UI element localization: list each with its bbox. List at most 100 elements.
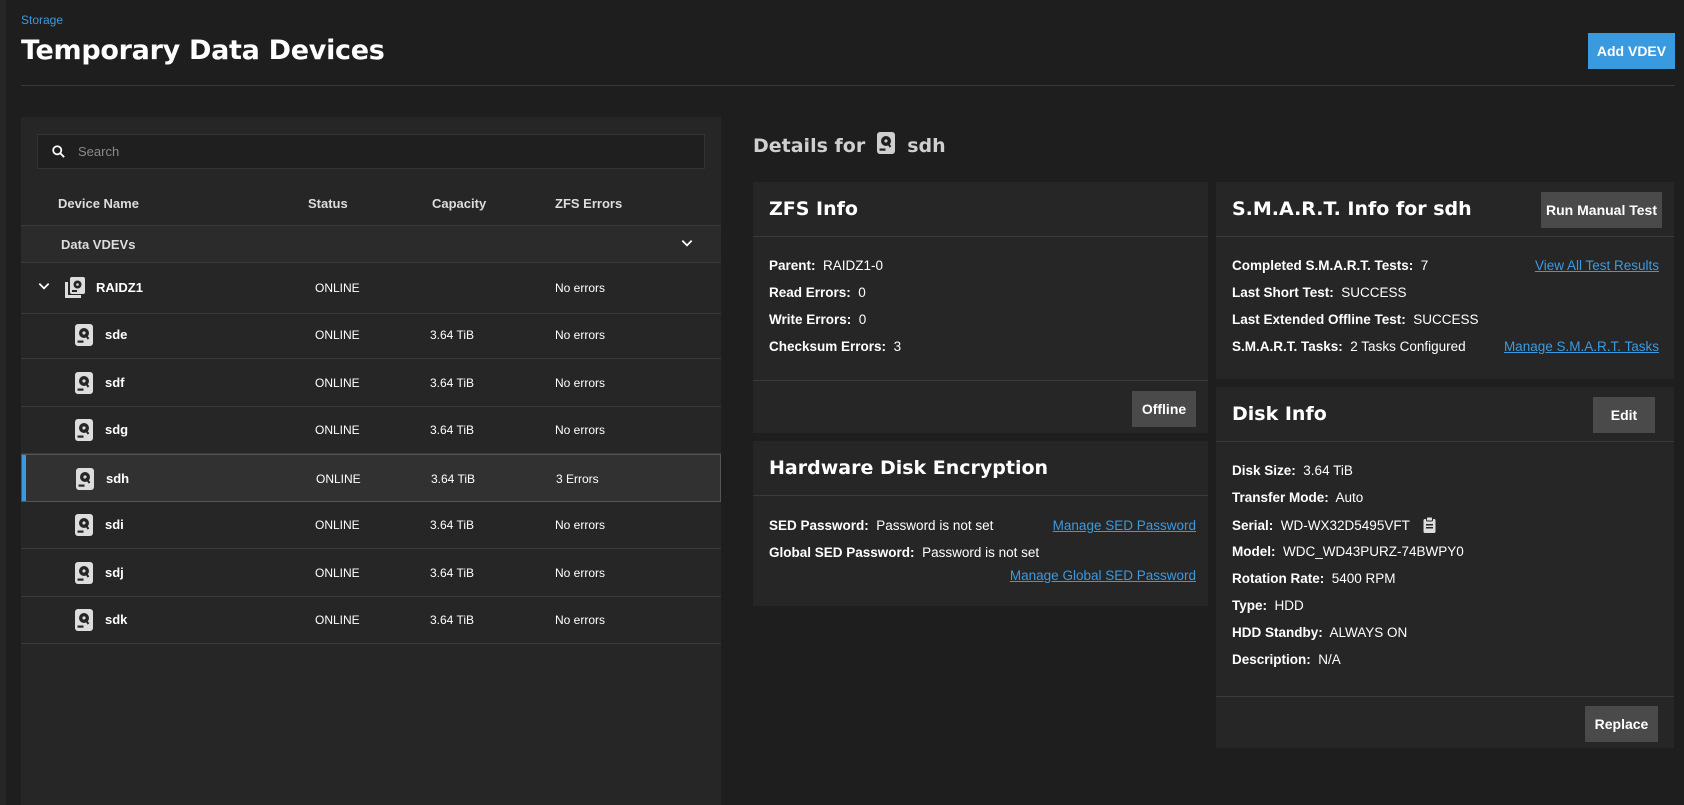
serial-value: WD-WX32D5495VFT <box>1280 518 1410 534</box>
disk-capacity: 3.64 TiB <box>430 375 475 390</box>
edit-disk-button[interactable]: Edit <box>1593 397 1655 433</box>
tree-row-sdg[interactable]: sdg ONLINE 3.64 TiB No errors <box>21 406 721 454</box>
disk-capacity: 3.64 TiB <box>431 471 476 486</box>
tree-row-sdh[interactable]: sdh ONLINE 3.64 TiB 3 Errors <box>21 453 721 502</box>
disk-zfs-errors: No errors <box>555 565 606 580</box>
col-status[interactable]: Status <box>308 196 348 211</box>
selection-indicator <box>22 454 26 501</box>
smart-info-title: S.M.A.R.T. Info for sdh <box>1232 198 1472 220</box>
model-label: Model: <box>1232 544 1276 559</box>
details-title: Details for sdh <box>753 131 946 160</box>
col-capacity[interactable]: Capacity <box>432 196 486 211</box>
encryption-title: Hardware Disk Encryption <box>769 457 1049 479</box>
disk-zfs-errors: 3 Errors <box>556 471 599 486</box>
add-vdev-button[interactable]: Add VDEV <box>1588 33 1675 69</box>
type-value: HDD <box>1274 598 1304 613</box>
disk-name: sdg <box>105 422 129 437</box>
search-box[interactable] <box>37 134 705 169</box>
disk-icon <box>74 561 94 588</box>
chevron-down-icon[interactable] <box>37 279 51 296</box>
description-label: Description: <box>1232 652 1311 667</box>
transfer-mode-value: Auto <box>1335 490 1364 505</box>
write-errors-label: Write Errors: <box>769 312 852 327</box>
manage-global-sed-password-link[interactable]: Manage Global SED Password <box>1010 568 1196 583</box>
tree-row-sdi[interactable]: sdi ONLINE 3.64 TiB No errors <box>21 501 721 549</box>
disk-name: sdj <box>105 564 124 580</box>
disk-status: ONLINE <box>316 471 361 486</box>
manage-smart-tasks-link[interactable]: Manage S.M.A.R.T. Tasks <box>1504 339 1659 354</box>
disk-info-title: Disk Info <box>1232 403 1327 425</box>
page-title: Temporary Data Devices <box>21 35 385 66</box>
disk-size-label: Disk Size: <box>1232 463 1296 478</box>
rotation-rate-label: Rotation Rate: <box>1232 571 1325 586</box>
last-extended-test-value: SUCCESS <box>1413 312 1479 327</box>
hdd-standby-value: ALWAYS ON <box>1329 625 1408 640</box>
disk-size-value: 3.64 TiB <box>1303 463 1353 478</box>
tree-row-raidz1[interactable]: RAIDZ1 ONLINE No errors <box>21 263 721 314</box>
smart-info-card: S.M.A.R.T. Info for sdh Run Manual Test … <box>1216 182 1674 379</box>
disk-icon <box>74 323 94 350</box>
group-label: Data VDEVs <box>61 237 136 252</box>
disk-zfs-errors: No errors <box>555 375 606 390</box>
tree-row-sdk[interactable]: sdk ONLINE 3.64 TiB No errors <box>21 596 721 644</box>
disk-icon <box>74 608 94 635</box>
transfer-mode-label: Transfer Mode: <box>1232 490 1329 505</box>
last-short-test-value: SUCCESS <box>1341 285 1407 300</box>
disk-capacity: 3.64 TiB <box>430 328 475 342</box>
disk-zfs-errors: No errors <box>555 423 606 437</box>
table-header: Device Name Status Capacity ZFS Errors <box>21 182 721 226</box>
smart-completed-value: 7 <box>1420 258 1429 273</box>
encryption-card: Hardware Disk Encryption SED Password: P… <box>753 441 1208 606</box>
group-data-vdevs[interactable]: Data VDEVs <box>21 226 721 263</box>
offline-button[interactable]: Offline <box>1132 391 1196 427</box>
tree-row-sde[interactable]: sde ONLINE 3.64 TiB No errors <box>21 311 721 359</box>
devices-panel: Device Name Status Capacity ZFS Errors D… <box>21 117 721 805</box>
view-all-test-results-link[interactable]: View All Test Results <box>1535 258 1659 273</box>
run-manual-test-button[interactable]: Run Manual Test <box>1541 192 1662 228</box>
vdev-icon <box>63 276 87 303</box>
model-value: WDC_WD43PURZ-74BWPY0 <box>1283 544 1464 559</box>
read-errors-value: 0 <box>858 285 866 300</box>
disk-info-card: Disk Info Edit Disk Size: 3.64 TiB Trans… <box>1216 387 1674 748</box>
tree-row-sdf[interactable]: sdf ONLINE 3.64 TiB No errors <box>21 359 721 407</box>
clipboard-icon[interactable] <box>1423 516 1436 536</box>
disk-icon <box>74 418 94 445</box>
rotation-rate-value: 5400 RPM <box>1331 571 1396 586</box>
disk-zfs-errors: No errors <box>555 613 606 627</box>
search-input[interactable] <box>78 144 678 159</box>
global-sed-password-label: Global SED Password: <box>769 545 915 560</box>
zfs-info-header: ZFS Info <box>753 182 1208 237</box>
parent-label: Parent: <box>769 258 816 273</box>
zfs-info-card: ZFS Info Parent: RAIDZ1-0 Read Errors: 0… <box>753 182 1208 433</box>
smart-tasks-label: S.M.A.R.T. Tasks: <box>1232 339 1343 354</box>
col-zfs-errors[interactable]: ZFS Errors <box>555 196 622 211</box>
disk-info-footer: Replace <box>1216 696 1674 748</box>
checksum-errors-label: Checksum Errors: <box>769 339 887 354</box>
type-label: Type: <box>1232 598 1268 613</box>
disk-name: sdh <box>106 470 130 486</box>
disk-capacity: 3.64 TiB <box>430 565 475 580</box>
col-device-name[interactable]: Device Name <box>58 196 139 211</box>
replace-disk-button[interactable]: Replace <box>1585 706 1658 742</box>
tree-row-sdj[interactable]: sdj ONLINE 3.64 TiB No errors <box>21 549 721 597</box>
parent-value: RAIDZ1-0 <box>823 258 884 273</box>
disk-status: ONLINE <box>315 518 360 532</box>
description-value: N/A <box>1318 652 1341 667</box>
breadcrumb[interactable]: Storage <box>21 13 63 27</box>
chevron-down-icon[interactable] <box>680 236 694 253</box>
disk-capacity: 3.64 TiB <box>430 518 475 532</box>
zfs-info-title: ZFS Info <box>769 198 858 220</box>
vdev-name: RAIDZ1 <box>96 280 143 295</box>
smart-info-header: S.M.A.R.T. Info for sdh Run Manual Test <box>1216 182 1674 237</box>
encryption-header: Hardware Disk Encryption <box>753 441 1208 496</box>
zfs-info-footer: Offline <box>753 380 1208 433</box>
disk-status: ONLINE <box>315 613 360 627</box>
smart-completed-label: Completed S.M.A.R.T. Tests: <box>1232 258 1414 273</box>
disk-name: sdf <box>105 374 125 390</box>
disk-icon <box>75 467 95 494</box>
sed-password-value: Password is not set <box>876 518 994 533</box>
disk-icon <box>74 371 94 398</box>
manage-sed-password-link[interactable]: Manage SED Password <box>1053 518 1196 533</box>
disk-name: sdk <box>105 612 128 627</box>
app-sidebar-edge <box>0 0 6 805</box>
